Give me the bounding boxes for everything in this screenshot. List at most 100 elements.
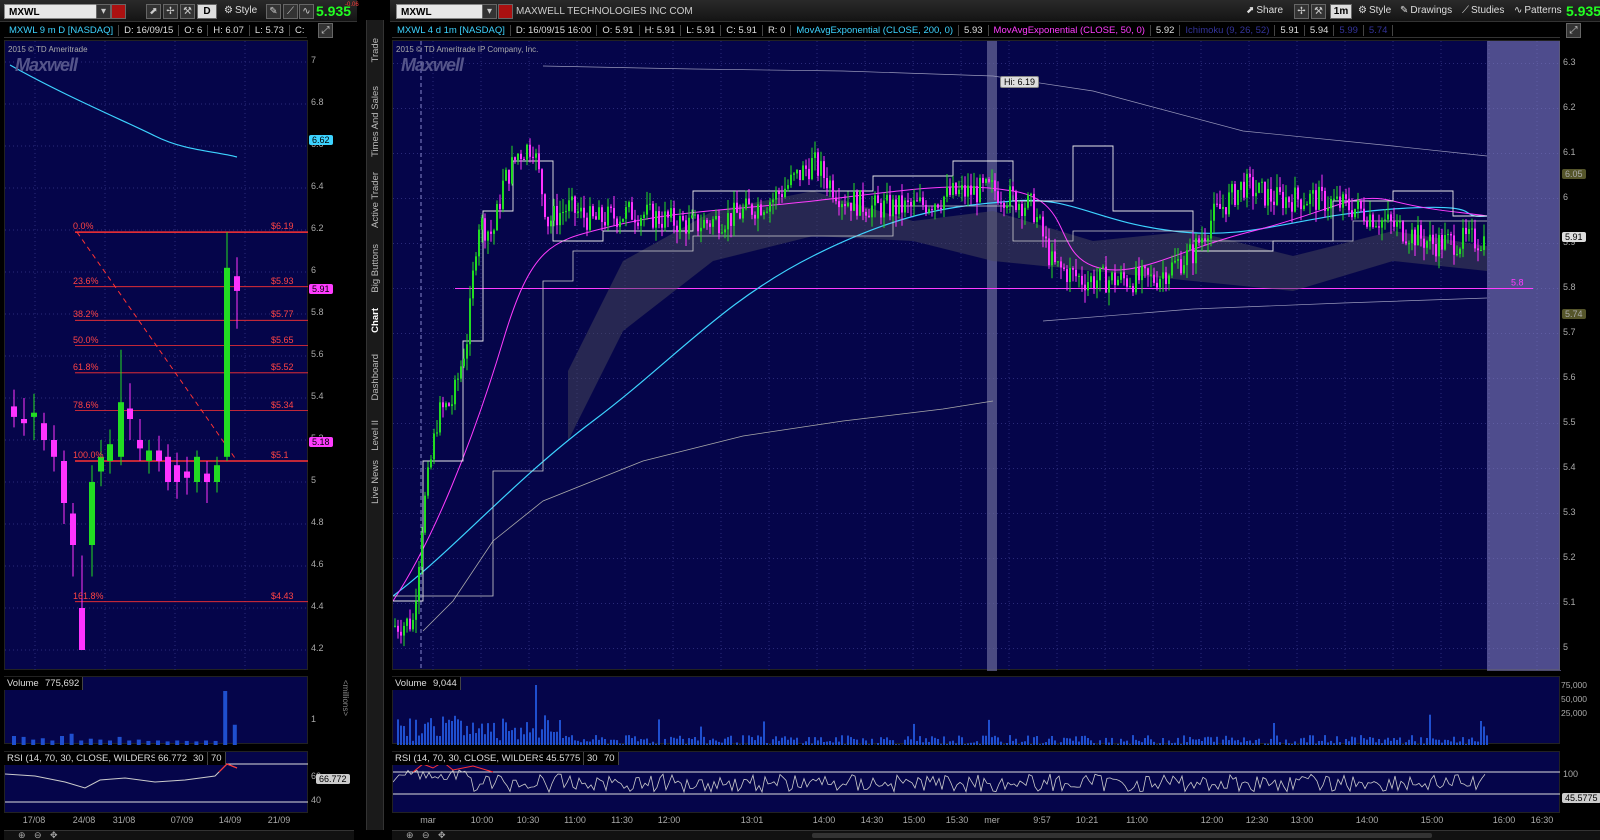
volume-bar: [1195, 739, 1197, 745]
candle-body: [634, 219, 636, 223]
candle-body: [1246, 173, 1248, 198]
ema200-label[interactable]: MovAvgExponential (CLOSE, 200, 0): [791, 24, 960, 36]
left-rsi-tick-40: 40: [311, 795, 322, 805]
volume-bar: [223, 691, 228, 745]
volume-bar: [415, 719, 417, 745]
after-hours-shade: [1487, 41, 1561, 671]
ichimoku-cloud: [568, 191, 1487, 441]
right-expand-icon[interactable]: ⤢: [1566, 23, 1581, 38]
side-tab-active-trader[interactable]: Active Trader: [370, 172, 381, 228]
time-scrollbar[interactable]: [812, 833, 1432, 838]
studies-button[interactable]: ⟋ Studies: [1462, 5, 1504, 16]
symbol-dropdown-icon[interactable]: ▾: [96, 4, 111, 19]
candle-body: [910, 201, 912, 206]
candle-body: [1081, 275, 1083, 285]
candle-body: [1462, 227, 1464, 249]
candle-body: [625, 207, 627, 219]
chart-settings-icon[interactable]: ⬈: [146, 4, 161, 19]
link-red-icon[interactable]: [111, 4, 126, 19]
candle-body: [796, 169, 798, 174]
side-tab-big-buttons[interactable]: Big Buttons: [370, 244, 381, 293]
volume-bar: [961, 737, 963, 745]
right-style-button[interactable]: ⚙ Style: [1358, 5, 1391, 16]
right-wrench-icon[interactable]: ⚒: [1311, 4, 1326, 19]
rsi-line: [4, 763, 238, 789]
candle-body: [940, 207, 942, 209]
candle-body: [451, 404, 453, 406]
patterns-button[interactable]: ∿ Patterns: [1514, 5, 1562, 16]
zoom-in-icon[interactable]: ⊕: [18, 830, 26, 840]
candle-body: [1174, 260, 1176, 263]
volume-bar: [775, 736, 777, 745]
volume-bar: [634, 736, 636, 745]
side-tab-times-and-sales[interactable]: Times And Sales: [370, 86, 381, 157]
fib-percent-label: 161.8%: [73, 590, 104, 601]
candle-body: [89, 482, 95, 545]
volume-bar: [451, 721, 453, 745]
time-tick: 10:00: [470, 815, 494, 825]
right-crosshair-icon[interactable]: ✢: [1294, 4, 1309, 19]
candle-body: [1477, 248, 1479, 251]
period-button[interactable]: D: [197, 4, 217, 19]
right-symbol-dropdown-icon[interactable]: ▾: [482, 4, 497, 19]
side-tab-trade[interactable]: Trade: [370, 38, 381, 62]
volume-bar: [868, 744, 870, 745]
ema50-label[interactable]: MovAvgExponential (CLOSE, 50, 0): [989, 24, 1151, 36]
side-tab-chart[interactable]: Chart: [370, 308, 381, 333]
side-tab-dashboard[interactable]: Dashboard: [370, 354, 381, 400]
left-price-plot[interactable]: 2015 © TD Ameritrade Maxwell 0.0% $6.19 23…: [4, 40, 309, 671]
left-symbol-input[interactable]: MXWL: [4, 4, 104, 19]
candle-body: [904, 200, 906, 213]
right-zoom-out-icon[interactable]: ⊖: [422, 830, 430, 840]
right-symbol-input[interactable]: MXWL: [396, 4, 486, 19]
side-tab-level-ii[interactable]: Level II: [370, 420, 381, 451]
volume-bar: [559, 720, 561, 745]
volume-bar: [583, 739, 585, 745]
volume-bar: [442, 716, 444, 745]
volume-bar: [1456, 742, 1458, 745]
volume-bar: [754, 740, 756, 745]
candle-body: [1222, 207, 1224, 209]
pan-icon[interactable]: ✥: [50, 830, 58, 840]
right-link-red-icon[interactable]: [498, 4, 513, 19]
studies-icon[interactable]: ∿: [299, 4, 314, 19]
candle-body: [493, 230, 495, 234]
right-price-plot[interactable]: 5.8 2015 © TD Ameritrade IP Company, Inc…: [392, 40, 1561, 671]
zoom-out-icon[interactable]: ⊖: [34, 830, 42, 840]
candle-body: [928, 209, 930, 213]
volume-bar: [1150, 739, 1152, 745]
right-period-button[interactable]: 1m: [1330, 4, 1352, 19]
right-rsi-label: RSI (14, 70, 30, CLOSE, WILDERS): [392, 752, 553, 765]
ichimoku-label[interactable]: Ichimoku (9, 26, 52): [1180, 24, 1276, 36]
candle-body: [682, 216, 684, 221]
side-tab-live-news[interactable]: Live News: [370, 460, 381, 504]
brush-icon[interactable]: ⟋: [283, 4, 298, 19]
candle-body: [532, 156, 534, 158]
candle-body: [234, 276, 240, 291]
volume-bar: [700, 726, 702, 745]
right-time-axis: mar 10:00 10:30 11:00 11:30 12:00 13:01 14:00 14…: [392, 815, 1560, 829]
drawings-button[interactable]: ✎ Drawings: [1400, 5, 1452, 16]
candle-body: [409, 618, 411, 630]
right-pan-icon[interactable]: ✥: [438, 830, 446, 840]
volume-bar: [607, 743, 609, 745]
left-rsi-b2: 70: [208, 752, 226, 765]
share-button[interactable]: ⬈ Share: [1246, 5, 1283, 16]
pencil-icon[interactable]: ✎: [266, 4, 281, 19]
volume-bar: [643, 739, 645, 745]
candle-body: [616, 218, 618, 227]
volume-bar: [721, 742, 723, 745]
volume-bar: [1480, 720, 1482, 745]
candle-body: [1057, 261, 1059, 263]
candle-body: [802, 165, 804, 181]
wrench-icon[interactable]: ⚒: [180, 4, 195, 19]
left-expand-icon[interactable]: ⤢: [318, 23, 333, 38]
candle-body: [805, 165, 807, 169]
crosshair-icon[interactable]: ✢: [163, 4, 178, 19]
fib-price-label: $5.1: [271, 450, 289, 460]
right-volume-plot[interactable]: [392, 676, 1560, 745]
volume-bar: [1384, 739, 1386, 745]
right-zoom-in-icon[interactable]: ⊕: [406, 830, 414, 840]
style-button[interactable]: ⚙ Style: [224, 5, 257, 16]
right-info-close: C: 5.91: [721, 24, 763, 36]
